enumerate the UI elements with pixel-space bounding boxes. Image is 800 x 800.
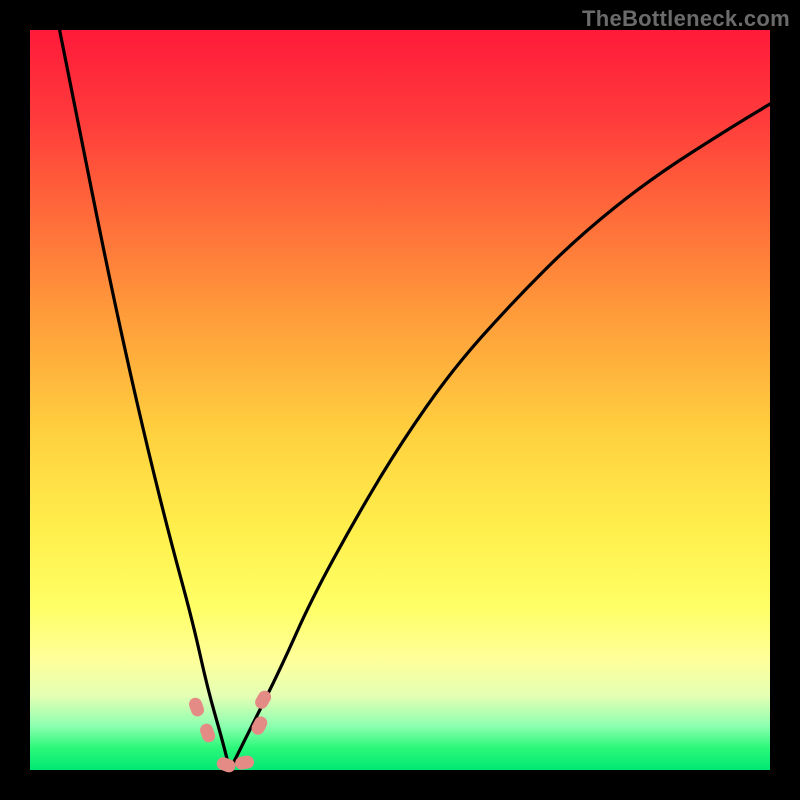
watermark-text: TheBottleneck.com bbox=[582, 6, 790, 32]
curve-right-branch bbox=[230, 104, 770, 770]
highlight-marker bbox=[250, 715, 269, 737]
chart-frame: TheBottleneck.com bbox=[0, 0, 800, 800]
highlight-marker bbox=[188, 697, 205, 718]
marker-group bbox=[188, 689, 273, 774]
highlight-marker bbox=[216, 756, 237, 773]
curve-svg bbox=[30, 30, 770, 770]
curve-left-branch bbox=[60, 30, 230, 770]
plot-area bbox=[30, 30, 770, 770]
highlight-marker bbox=[199, 722, 216, 743]
